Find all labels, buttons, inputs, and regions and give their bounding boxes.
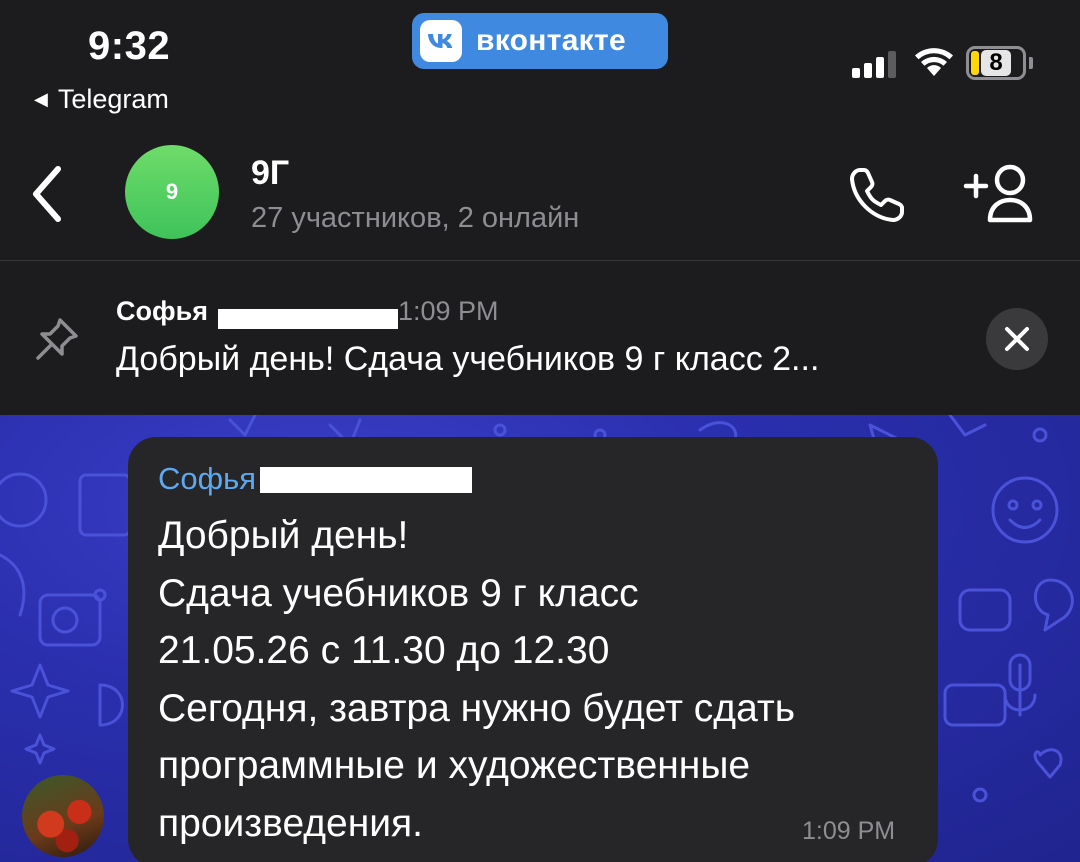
message-line: программные и художественные	[158, 744, 751, 787]
status-bar: 9:32 ◀ Telegram вконтакте 8	[0, 0, 1080, 130]
chat-members-status: 27 участников, 2 онлайн	[251, 202, 580, 234]
group-avatar[interactable]: 9	[125, 145, 219, 239]
message-line: произведения.	[158, 801, 424, 845]
sender-avatar[interactable]	[22, 775, 104, 857]
back-chevron-icon[interactable]	[28, 164, 64, 224]
clock: 9:32	[88, 24, 171, 68]
message-time: 1:09 PM	[802, 817, 896, 845]
message-author[interactable]: Софья	[158, 461, 256, 497]
chat-title[interactable]: 9Г	[251, 154, 289, 193]
vk-banner-label: вконтакте	[476, 24, 626, 57]
back-triangle-icon: ◀	[34, 89, 48, 109]
close-pinned-button[interactable]	[986, 308, 1048, 370]
redaction-bar	[218, 309, 398, 329]
group-avatar-initial: 9	[165, 179, 179, 204]
signal-icon	[852, 50, 896, 78]
pinned-author: Софья	[116, 296, 208, 326]
vk-logo-icon	[420, 20, 462, 62]
message-bubble[interactable]: Софья Добрый день! Сдача учебников 9 г к…	[128, 437, 938, 862]
pinned-text: Добрый день! Сдача учебников 9 г класс 2…	[116, 340, 820, 378]
battery-tip	[1029, 57, 1033, 69]
redaction-bar	[260, 467, 472, 493]
chat-area[interactable]: Софья Добрый день! Сдача учебников 9 г к…	[0, 415, 1080, 862]
pinned-message-bar[interactable]: Софья 1:09 PM Добрый день! Сдача учебник…	[0, 262, 1080, 415]
wifi-icon	[915, 48, 953, 76]
message-line: Добрый день!	[158, 514, 409, 557]
chat-header: 9 9Г 27 участников, 2 онлайн	[0, 130, 1080, 261]
back-to-app-button[interactable]: ◀ Telegram	[34, 84, 169, 115]
message-line: Сдача учебников 9 г класс	[158, 571, 639, 615]
back-app-label: Telegram	[57, 84, 169, 114]
close-icon	[1005, 327, 1029, 351]
message-line: 21.05.26 с 11.30 до 12.30	[158, 629, 610, 672]
vk-banner[interactable]: вконтакте	[412, 13, 668, 69]
battery-level: 8	[981, 50, 1011, 76]
message-line: Сегодня, завтра нужно будет сдать	[158, 686, 796, 730]
message-text: Добрый день! Сдача учебников 9 г класс 2…	[158, 507, 795, 852]
pinned-time: 1:09 PM	[398, 296, 499, 326]
phone-icon[interactable]	[846, 164, 908, 226]
battery-icon: 8	[966, 46, 1026, 80]
add-member-icon[interactable]	[962, 162, 1038, 226]
pin-icon	[36, 318, 78, 360]
